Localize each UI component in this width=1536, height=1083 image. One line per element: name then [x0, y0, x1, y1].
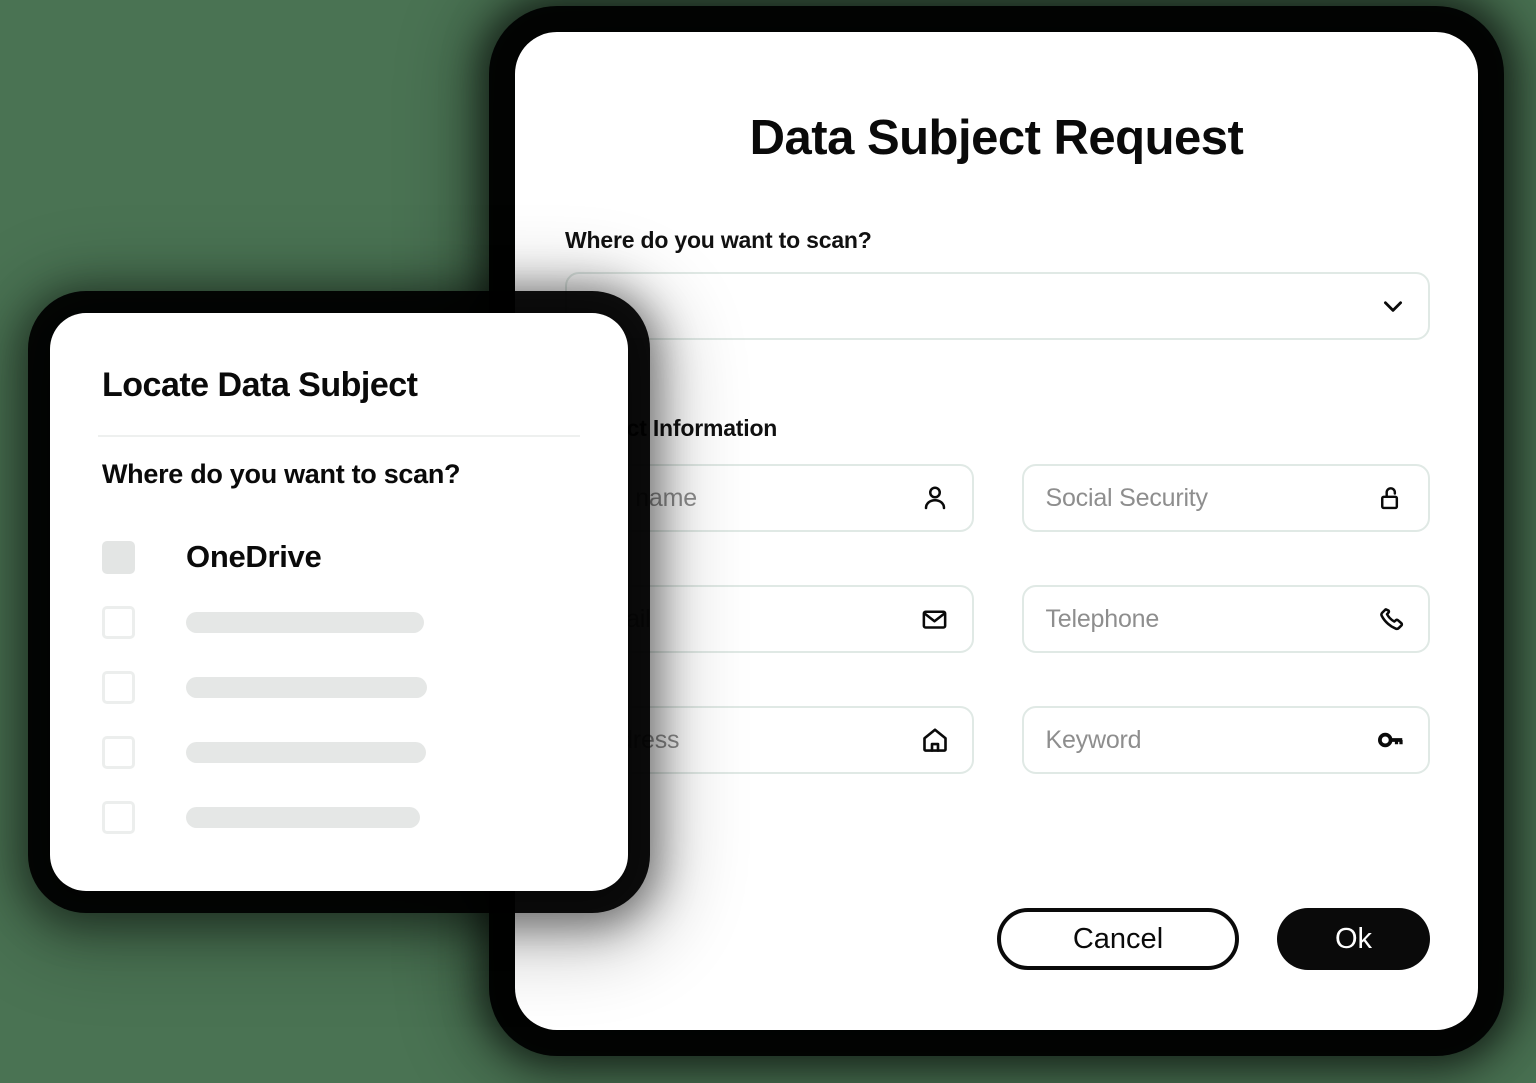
key-icon: [1376, 725, 1406, 755]
telephone-placeholder: Telephone: [1045, 604, 1160, 633]
list-item-label: OneDrive: [186, 539, 322, 574]
social-security-field[interactable]: Social Security: [1021, 464, 1430, 532]
list-item[interactable]: OneDrive: [102, 538, 572, 576]
cancel-button[interactable]: Cancel: [997, 908, 1239, 970]
skeleton-label: [186, 611, 424, 633]
checkbox-onedrive[interactable]: [102, 540, 135, 574]
locate-dialog-title: Locate Data Subject: [102, 366, 418, 404]
ok-button[interactable]: Ok: [1277, 908, 1430, 970]
scan-location-select[interactable]: [565, 272, 1430, 340]
envelope-icon: [920, 604, 950, 634]
subject-information-fields: Full name Social Security Telephone Addr…: [565, 464, 1430, 774]
checkbox-placeholder[interactable]: [102, 670, 135, 704]
list-item[interactable]: [102, 798, 572, 836]
social-security-placeholder: Social Security: [1045, 483, 1209, 512]
locate-scan-label: Where do you want to scan?: [102, 459, 461, 489]
skeleton-label: [186, 741, 426, 763]
dialog-actions: Cancel Ok: [997, 908, 1430, 970]
data-subject-request-dialog: Data Subject Request Where do you want t…: [515, 32, 1478, 1030]
checkbox-placeholder[interactable]: [102, 735, 135, 769]
telephone-field[interactable]: Telephone: [1021, 585, 1430, 653]
checkbox-placeholder[interactable]: [102, 605, 135, 639]
chevron-down-icon: [1380, 293, 1406, 319]
dialog-title: Data Subject Request: [749, 111, 1244, 165]
scan-location-label: Where do you want to scan?: [565, 227, 872, 253]
scan-location-list: OneDrive: [102, 538, 572, 836]
locate-data-subject-dialog: Locate Data Subject Where do you want to…: [50, 313, 628, 891]
phone-icon: [1376, 604, 1406, 634]
keyword-field[interactable]: Keyword: [1021, 706, 1430, 774]
list-item[interactable]: [102, 603, 572, 641]
screenshot-stage: Data Subject Request Where do you want t…: [0, 0, 1536, 1083]
checkbox-placeholder[interactable]: [102, 800, 135, 834]
unlocked-padlock-icon: [1376, 483, 1406, 513]
home-icon: [920, 725, 950, 755]
skeleton-label: [186, 806, 420, 828]
skeleton-label: [186, 676, 427, 698]
list-item[interactable]: [102, 733, 572, 771]
person-icon: [920, 483, 950, 513]
list-item[interactable]: [102, 668, 572, 706]
divider: [98, 435, 580, 437]
keyword-placeholder: Keyword: [1045, 725, 1142, 754]
